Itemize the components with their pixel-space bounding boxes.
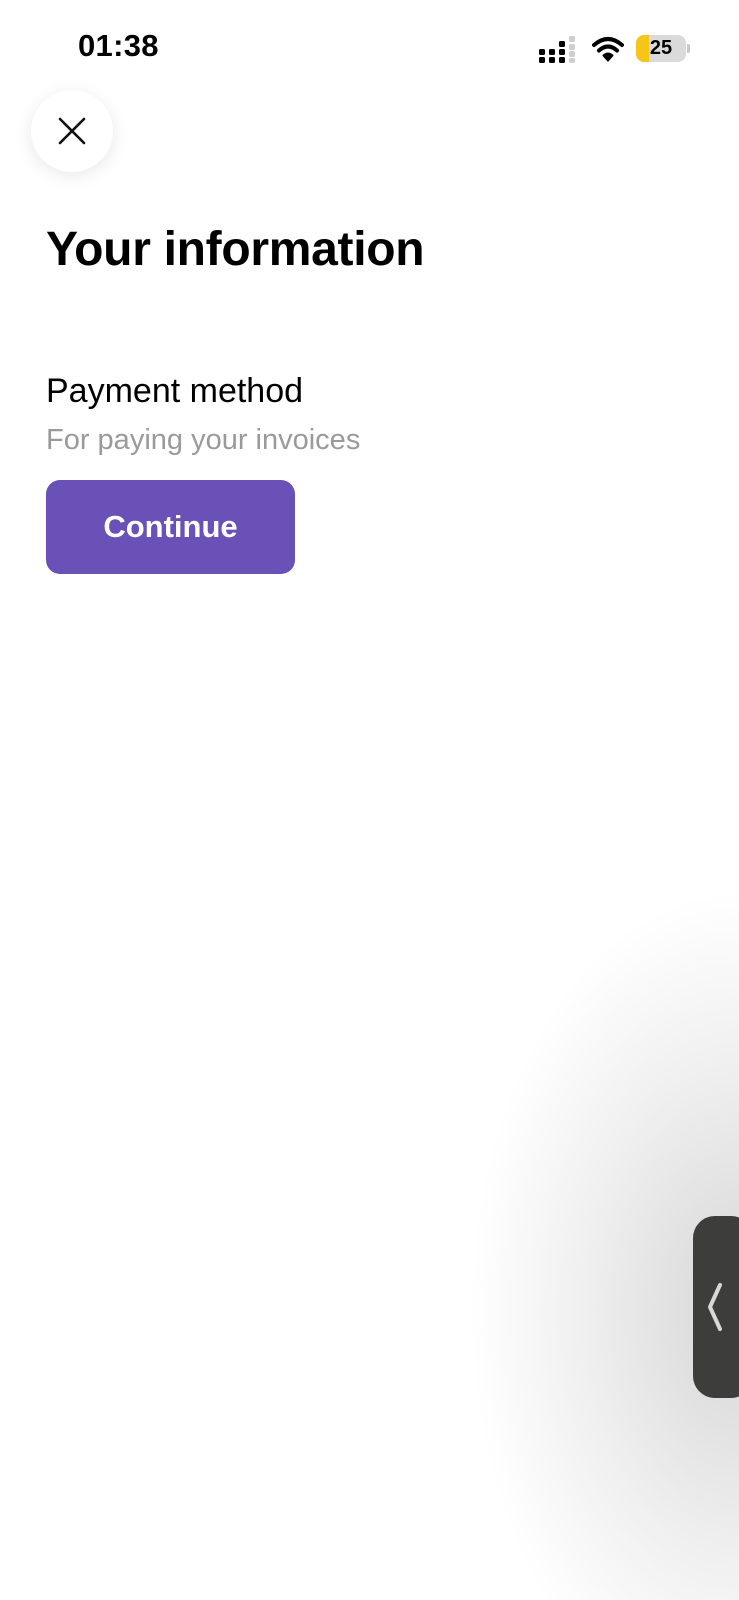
side-panel-handle[interactable] — [693, 1216, 739, 1398]
payment-method-subtitle: For paying your invoices — [46, 424, 361, 456]
battery-icon: 25 — [636, 35, 690, 62]
status-time: 01:38 — [78, 28, 159, 63]
page-title: Your information — [46, 223, 425, 276]
signal-icon — [539, 36, 575, 63]
battery-level: 25 — [649, 37, 673, 59]
payment-method-title: Payment method — [46, 372, 304, 410]
close-icon — [58, 117, 86, 145]
close-button[interactable] — [31, 90, 113, 172]
continue-button[interactable]: Continue — [46, 480, 295, 574]
battery-body: 25 — [636, 35, 686, 62]
battery-cap — [687, 44, 690, 53]
chevron-left-icon — [708, 1283, 722, 1331]
wifi-icon — [592, 37, 624, 62]
